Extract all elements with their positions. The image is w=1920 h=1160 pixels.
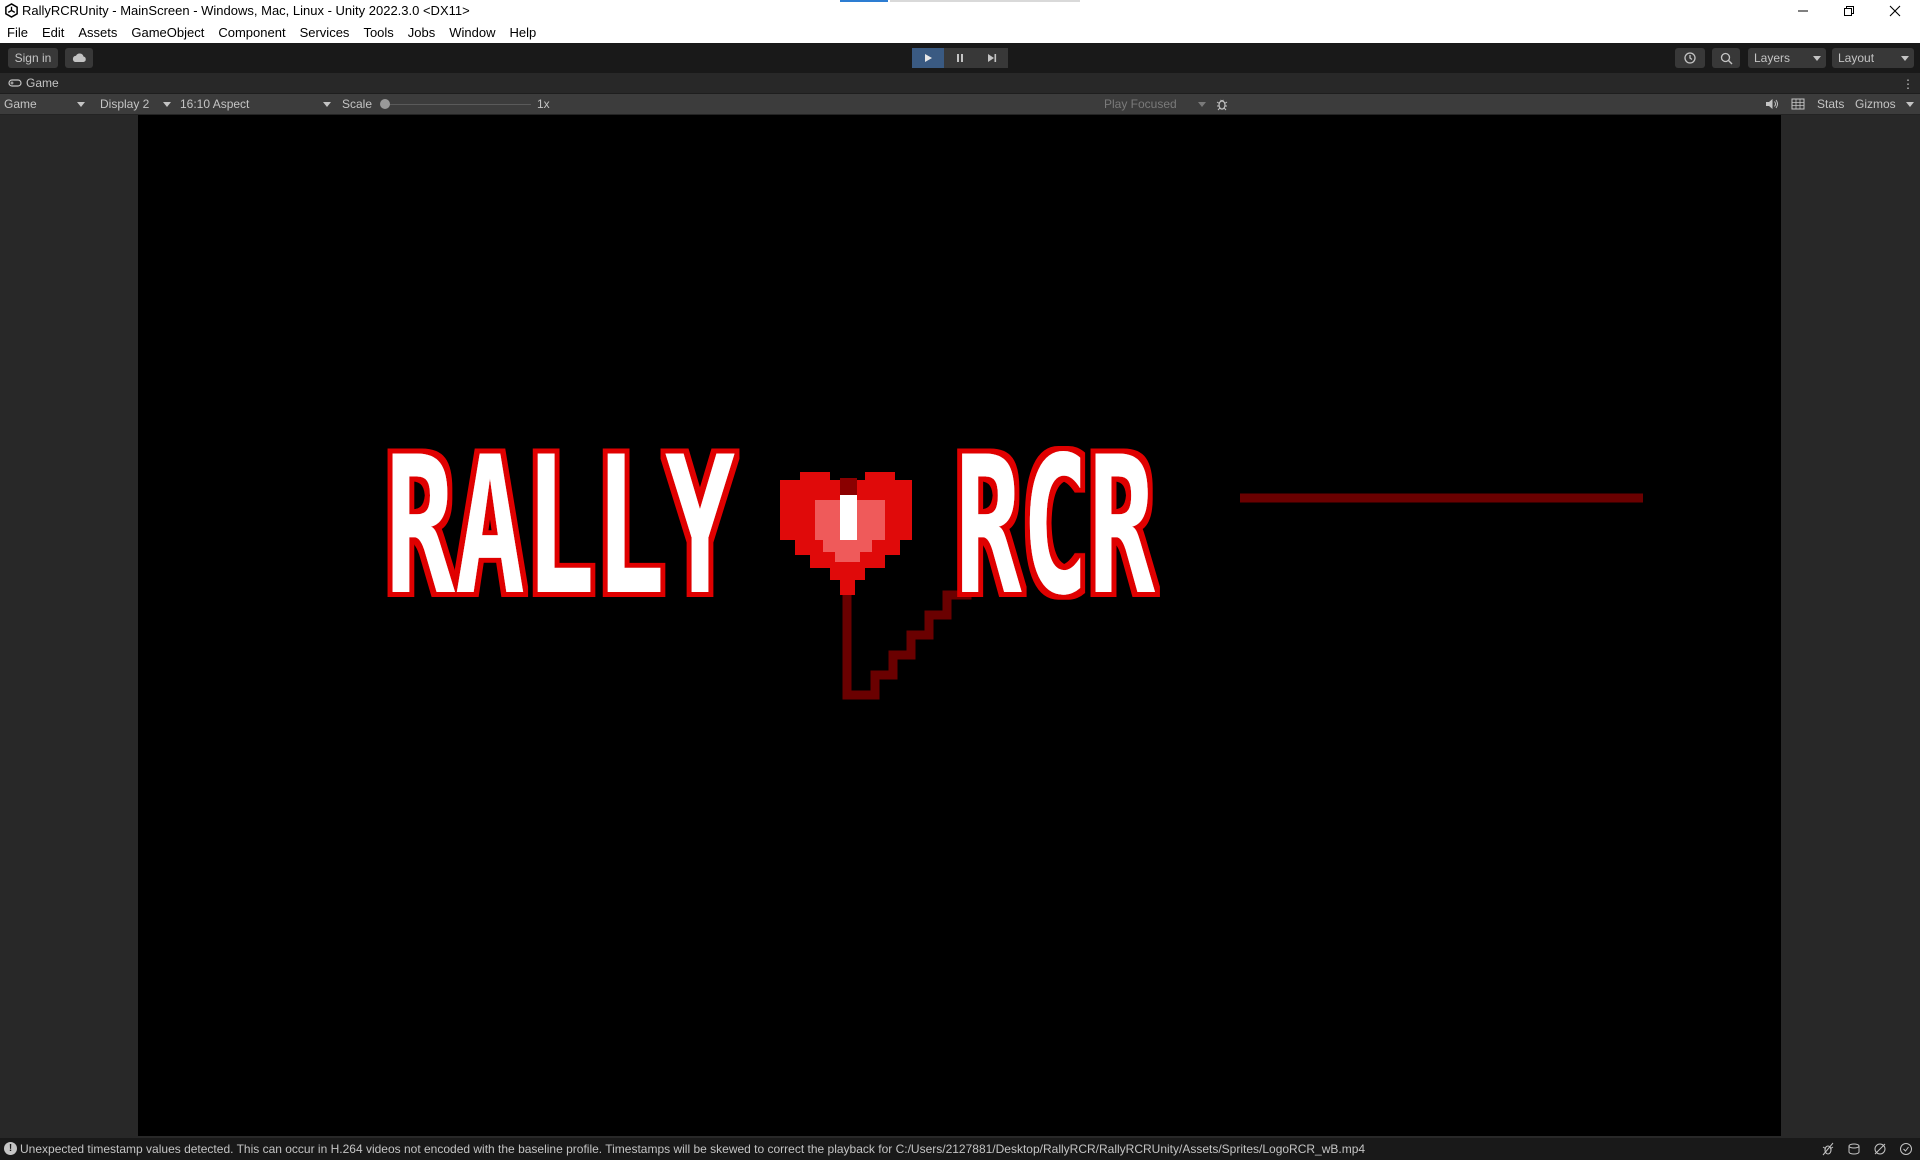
progress-check-icon[interactable]	[1898, 1141, 1914, 1157]
title-bar: RallyRCRUnity - MainScreen - Windows, Ma…	[0, 0, 1920, 22]
unity-logo-icon	[4, 3, 19, 18]
title-accent-strip-secondary	[890, 0, 1080, 2]
debug-icon[interactable]	[1820, 1141, 1836, 1157]
rally-rcr-logo: RALLY RCR	[385, 416, 1643, 700]
tab-game[interactable]: Game	[0, 73, 67, 93]
menu-services[interactable]: Services	[293, 22, 357, 43]
menu-assets[interactable]: Assets	[71, 22, 124, 43]
window-title: RallyRCRUnity - MainScreen - Windows, Ma…	[22, 3, 470, 18]
scale-value: 1x	[537, 97, 550, 111]
chevron-down-icon	[163, 102, 171, 107]
search-icon	[1720, 52, 1732, 64]
title-accent-strip	[840, 0, 888, 2]
network-icon[interactable]	[1872, 1141, 1888, 1157]
game-view-toolbar: Game Display 2 16:10 Aspect Scale 1x Pla…	[0, 94, 1920, 115]
chevron-down-icon	[1813, 56, 1821, 61]
search-button[interactable]	[1712, 48, 1740, 68]
play-button[interactable]	[912, 48, 944, 68]
playmode-controls	[912, 48, 1008, 68]
chevron-down-icon	[1906, 102, 1914, 107]
menu-gameobject[interactable]: GameObject	[124, 22, 211, 43]
menu-edit[interactable]: Edit	[35, 22, 71, 43]
chevron-down-icon	[1198, 102, 1206, 107]
view-dropdown[interactable]: Game	[4, 94, 37, 114]
chevron-down-icon	[323, 102, 331, 107]
console-message[interactable]: Unexpected timestamp values detected. Th…	[20, 1142, 1365, 1156]
cloud-icon	[72, 53, 86, 62]
aspect-dropdown[interactable]: 16:10 Aspect	[180, 94, 249, 114]
gamepad-icon	[8, 79, 22, 87]
gizmos-button[interactable]: Gizmos	[1855, 94, 1896, 114]
menu-file[interactable]: File	[0, 22, 35, 43]
more-options-icon[interactable]: ⋮	[1902, 77, 1914, 91]
layers-dropdown[interactable]: Layers	[1748, 48, 1826, 68]
logo-text-rally: RALLY	[385, 416, 735, 637]
pause-icon	[957, 54, 963, 62]
menu-help[interactable]: Help	[503, 22, 544, 43]
display-dropdown[interactable]: Display 2	[100, 94, 149, 114]
cache-server-icon[interactable]	[1846, 1141, 1862, 1157]
chevron-down-icon	[1901, 56, 1909, 61]
scale-slider-track[interactable]	[385, 104, 531, 105]
status-bar: ! Unexpected timestamp values detected. …	[0, 1138, 1920, 1160]
menu-bar: File Edit Assets GameObject Component Se…	[0, 22, 1920, 43]
layers-label: Layers	[1754, 51, 1791, 65]
menu-jobs[interactable]: Jobs	[401, 22, 442, 43]
restore-button[interactable]	[1826, 0, 1872, 22]
menu-window[interactable]: Window	[442, 22, 502, 43]
undo-history-button[interactable]	[1675, 48, 1705, 68]
main-toolbar: Sign in Layers Layout	[0, 43, 1920, 73]
tab-game-label: Game	[26, 76, 59, 90]
chevron-down-icon	[77, 102, 85, 107]
game-render-view[interactable]: RALLY RCR	[138, 115, 1781, 1136]
cloud-button[interactable]	[65, 48, 93, 68]
logo-text-rcr: RCR	[955, 416, 1155, 637]
restore-icon	[1844, 6, 1854, 16]
info-icon: !	[4, 1142, 17, 1155]
menu-component[interactable]: Component	[211, 22, 292, 43]
step-button[interactable]	[976, 48, 1008, 68]
heart-icon	[780, 472, 912, 595]
bug-icon[interactable]	[1214, 96, 1230, 112]
play-mode-dropdown[interactable]: Play Focused	[1104, 94, 1177, 114]
stats-button[interactable]: Stats	[1817, 94, 1844, 114]
menu-tools[interactable]: Tools	[356, 22, 400, 43]
history-icon	[1684, 52, 1696, 64]
layout-label: Layout	[1838, 51, 1875, 65]
layout-dropdown[interactable]: Layout	[1832, 48, 1914, 68]
scale-slider-handle[interactable]	[380, 99, 390, 109]
minimize-button[interactable]	[1780, 0, 1826, 22]
close-button[interactable]	[1872, 0, 1918, 22]
audio-mute-icon[interactable]	[1764, 96, 1780, 112]
step-icon	[988, 54, 997, 62]
tab-row: Game ⋮	[0, 73, 1920, 94]
play-icon	[925, 54, 932, 62]
scale-label: Scale	[342, 97, 373, 111]
pause-button[interactable]	[944, 48, 976, 68]
status-icons	[1820, 1141, 1914, 1157]
sign-in-button[interactable]: Sign in	[8, 48, 58, 68]
close-icon	[1889, 5, 1901, 17]
grid-icon[interactable]	[1790, 96, 1806, 112]
minimize-icon	[1798, 10, 1808, 12]
